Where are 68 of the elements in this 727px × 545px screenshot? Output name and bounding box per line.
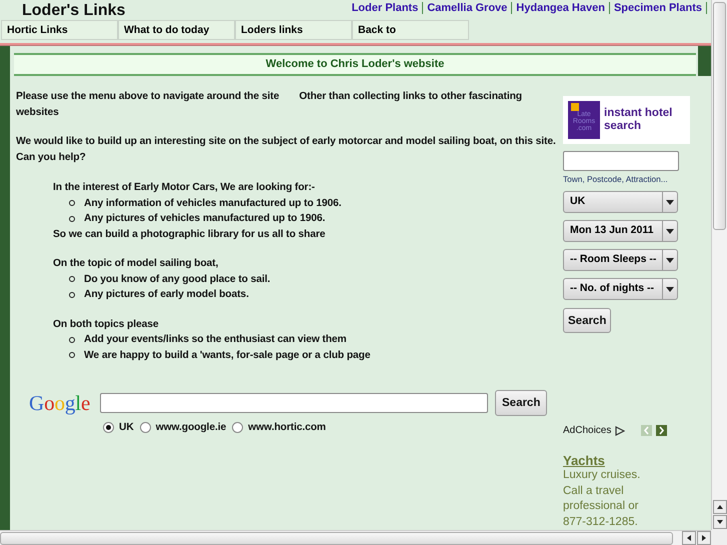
field-hint: Town, Postcode, Attraction...	[563, 174, 668, 184]
nav-link[interactable]: Hydangea Haven	[516, 2, 605, 14]
list-item: Any information of vehicles manufactured up to 1906.	[84, 196, 342, 210]
vertical-scrollbar[interactable]	[711, 0, 727, 530]
ad-text: Luxury cruises. Call a travel professional or 877-312-1285.	[563, 468, 642, 530]
scroll-thumb[interactable]	[713, 2, 726, 230]
bullet-icon	[69, 200, 75, 206]
bullet-icon	[69, 292, 75, 298]
list-item: We are happy to build a 'wants, for-sale page or a club page	[84, 348, 370, 362]
bullet-icon	[69, 336, 75, 343]
menu-item[interactable]: What to do today	[118, 20, 235, 40]
radio-button[interactable]	[140, 422, 151, 433]
radio-label[interactable]: UK	[119, 422, 134, 433]
bullet-icon	[69, 352, 75, 358]
scroll-right-icon[interactable]	[697, 531, 711, 545]
side-stripe	[698, 46, 711, 76]
next-icon[interactable]	[656, 425, 668, 436]
radio-label[interactable]: www.hortic.com	[248, 422, 326, 433]
horizontal-scrollbar[interactable]	[0, 530, 711, 545]
scroll-left-icon[interactable]	[682, 531, 696, 545]
scroll-up-icon[interactable]	[712, 500, 726, 514]
location-field[interactable]	[563, 151, 679, 171]
menu-item[interactable]: Hortic Links	[1, 20, 118, 40]
caret-icon	[666, 258, 674, 262]
dropdown[interactable]: Mon 13 Jun 2011	[563, 220, 678, 242]
caret-icon	[666, 286, 674, 292]
dropdown[interactable]: -- Room Sleeps --	[563, 249, 678, 271]
dropdown[interactable]: -- No. of nights --	[563, 278, 678, 300]
intro-text: Please use the menu above to navigate around the site Other than collecting links to other fascinating websites	[16, 90, 523, 120]
site-title: Loder's Links	[22, 2, 126, 20]
caret-icon	[666, 200, 674, 204]
ad-title-link[interactable]: Yachts	[563, 453, 605, 468]
search-button[interactable]: Search	[563, 308, 612, 333]
play-icon	[615, 426, 626, 436]
list-item: Any pictures of vehicles manufactured up to 1906.	[84, 212, 326, 226]
bullet-icon	[69, 216, 75, 222]
nav-link[interactable]: Loder Plants	[352, 2, 418, 14]
list-item: Any pictures of early model boats.	[84, 288, 249, 302]
radio-button[interactable]	[232, 422, 244, 433]
scrollbar-corner	[711, 530, 727, 545]
search-field[interactable]	[100, 393, 488, 413]
menu-item[interactable]: Back to	[352, 20, 469, 40]
list-item: Do you know of any good place to sail.	[84, 272, 270, 286]
appeal-text: We would like to build up an interesting site on the subject of early motorcar and model sailing boat, on this site. Can you help?	[16, 135, 556, 165]
bullet-icon	[69, 276, 75, 282]
scroll-down-icon[interactable]	[712, 515, 726, 529]
scroll-thumb[interactable]	[0, 532, 673, 544]
separator-line	[706, 2, 707, 14]
separator-line	[422, 2, 424, 14]
search-button[interactable]: Search	[495, 390, 548, 416]
nav-link[interactable]: Specimen Plants	[614, 2, 702, 14]
adchoices-label[interactable]: AdChoices	[563, 425, 612, 436]
radio-label[interactable]: www.google.ie	[156, 422, 226, 433]
dropdown[interactable]: UK	[563, 191, 678, 213]
section-footer: So we can build a photographic library for us all to share	[53, 226, 556, 242]
section-heading: In the interest of Early Motor Cars, We are looking for:-	[53, 181, 316, 195]
list-item: Add your events/links so the enthusiast can view them	[84, 333, 346, 347]
separator-line	[608, 2, 610, 14]
section-heading: On both topics please	[53, 318, 160, 332]
nav-link[interactable]: Camellia Grove	[427, 2, 508, 14]
separator-line	[511, 2, 512, 14]
radio-button[interactable]	[103, 422, 114, 433]
caret-icon	[666, 228, 674, 234]
section-heading: On the topic of model sailing boat,	[53, 257, 220, 271]
google-logo: Google	[29, 390, 92, 416]
logo-tagline: instant hotel search	[604, 107, 674, 133]
menu-item[interactable]: Loders links	[235, 20, 352, 40]
welcome-banner: Welcome to Chris Loder's website	[14, 53, 696, 76]
